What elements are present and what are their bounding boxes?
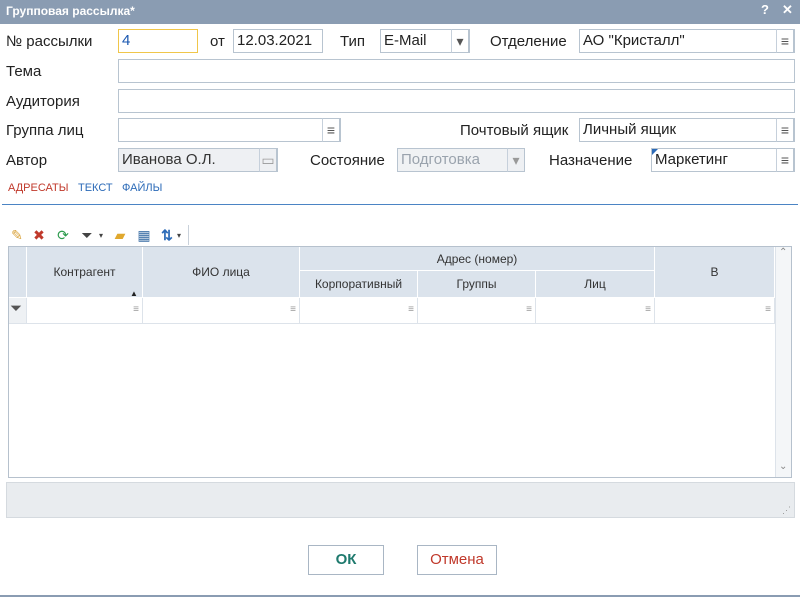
filter-groups[interactable]: ≡ xyxy=(418,298,536,324)
purpose-label: Назначение xyxy=(549,152,633,169)
author-folder-icon: ▭ xyxy=(259,148,277,172)
filter-menu-icon[interactable]: ≡ xyxy=(765,304,771,315)
author-field: Иванова О.Л. xyxy=(118,148,278,172)
corporate-header-label: Корпоративный xyxy=(314,277,403,291)
author-label: Автор xyxy=(6,152,48,169)
state-label: Состояние xyxy=(310,152,385,169)
filter-personal[interactable]: ≡ xyxy=(536,298,655,324)
ok-button[interactable]: ОК xyxy=(308,545,384,575)
personal-header-label: Лиц xyxy=(584,277,606,291)
type-label: Тип xyxy=(340,33,366,50)
filter-dropdown-icon[interactable]: ▾ xyxy=(99,231,103,240)
audience-field[interactable] xyxy=(118,89,795,113)
date-from-label: от xyxy=(210,33,225,50)
filter-b[interactable]: ≡ xyxy=(655,298,775,324)
grid-layout-icon[interactable]: ▦ xyxy=(135,226,153,244)
folder-icon[interactable]: ▰ xyxy=(111,226,129,244)
scroll-up-icon[interactable]: ⌃ xyxy=(779,247,787,258)
number-field[interactable]: 4 xyxy=(118,29,198,53)
sort-ascending-icon: ▲ xyxy=(130,289,138,298)
sort-dropdown-icon[interactable]: ▾ xyxy=(177,231,181,240)
subject-label: Тема xyxy=(6,63,42,80)
resize-grip-icon[interactable]: ⋰ xyxy=(782,505,791,516)
subject-field[interactable] xyxy=(118,59,795,83)
new-document-icon[interactable]: ✎ xyxy=(8,226,26,244)
filter-menu-icon[interactable]: ≡ xyxy=(526,304,532,315)
filter-menu-icon[interactable]: ≡ xyxy=(290,304,296,315)
mailbox-menu-icon[interactable]: ≡ xyxy=(776,118,794,142)
purpose-field[interactable]: Маркетинг xyxy=(651,148,795,172)
row-indicator-header xyxy=(9,247,27,298)
column-header-b[interactable]: В xyxy=(655,247,775,298)
column-header-corporate[interactable]: Корпоративный xyxy=(300,271,418,298)
grid-scrollbar[interactable]: ⌃ ⌄ xyxy=(775,247,791,477)
title-bar: Групповая рассылка* ? ✕ xyxy=(0,0,800,24)
close-button[interactable]: ✕ xyxy=(782,2,793,18)
filter-row-indicator: ⏷ xyxy=(9,298,27,324)
column-header-contractor[interactable]: Контрагент xyxy=(27,247,143,298)
groups-header-label: Группы xyxy=(456,277,497,291)
column-header-person[interactable]: ФИО лица xyxy=(143,247,300,298)
cancel-button[interactable]: Отмена xyxy=(417,545,497,575)
filter-icon[interactable]: ⏷ xyxy=(78,226,96,244)
help-button[interactable]: ? xyxy=(761,2,769,17)
number-label: № рассылки xyxy=(6,33,93,50)
window-title: Групповая рассылка* xyxy=(6,4,135,18)
person-header-label: ФИО лица xyxy=(192,265,250,279)
filter-menu-icon[interactable]: ≡ xyxy=(133,304,139,315)
state-select: Подготовка xyxy=(397,148,525,172)
tab-recipients[interactable]: АДРЕСАТЫ xyxy=(8,182,68,194)
purpose-menu-icon[interactable]: ≡ xyxy=(776,148,794,172)
group-menu-icon[interactable]: ≡ xyxy=(322,118,340,142)
delete-document-icon[interactable]: ✖ xyxy=(30,226,48,244)
audience-label: Аудитория xyxy=(6,93,80,110)
mailbox-label: Почтовый ящик xyxy=(460,122,569,139)
column-header-personal[interactable]: Лиц xyxy=(536,271,655,298)
mailbox-field[interactable]: Личный ящик xyxy=(579,118,795,142)
required-marker xyxy=(652,149,658,155)
contractor-header-label: Контрагент xyxy=(53,265,116,279)
state-dropdown-icon: ▾ xyxy=(507,148,525,172)
column-header-address-group: Адрес (номер) xyxy=(300,247,655,271)
grid-status-bar: ⋰ xyxy=(6,482,795,518)
department-menu-icon[interactable]: ≡ xyxy=(776,29,794,53)
tab-files[interactable]: ФАЙЛЫ xyxy=(122,182,162,194)
filter-contractor[interactable]: ≡ xyxy=(27,298,143,324)
type-dropdown-icon[interactable]: ▾ xyxy=(451,29,469,53)
b-header-label: В xyxy=(710,265,719,279)
department-label: Отделение xyxy=(490,33,567,50)
address-group-label: Адрес (номер) xyxy=(436,251,518,266)
tab-text[interactable]: ТЕКСТ xyxy=(78,182,113,194)
type-value: E-Mail xyxy=(384,32,427,49)
tab-underline xyxy=(2,204,798,205)
filter-menu-icon[interactable]: ≡ xyxy=(408,304,414,315)
scroll-down-icon[interactable]: ⌄ xyxy=(779,461,787,472)
sort-icon[interactable]: ⇅ xyxy=(158,226,176,244)
group-field[interactable] xyxy=(118,118,341,142)
grid-toolbar: ✎ ✖ ⟳ ⏷ ▾ ▰ ▦ ⇅ ▾ xyxy=(8,225,190,246)
toolbar-divider xyxy=(188,225,189,245)
filter-person[interactable]: ≡ xyxy=(143,298,300,324)
column-header-groups[interactable]: Группы xyxy=(418,271,536,298)
filter-corporate[interactable]: ≡ xyxy=(300,298,418,324)
date-field[interactable]: 12.03.2021 xyxy=(233,29,323,53)
filter-menu-icon[interactable]: ≡ xyxy=(645,304,651,315)
refresh-icon[interactable]: ⟳ xyxy=(54,226,72,244)
filter-row-icon: ⏷ xyxy=(10,300,23,317)
group-label: Группа лиц xyxy=(6,122,84,139)
department-field[interactable]: АО "Кристалл" xyxy=(579,29,795,53)
